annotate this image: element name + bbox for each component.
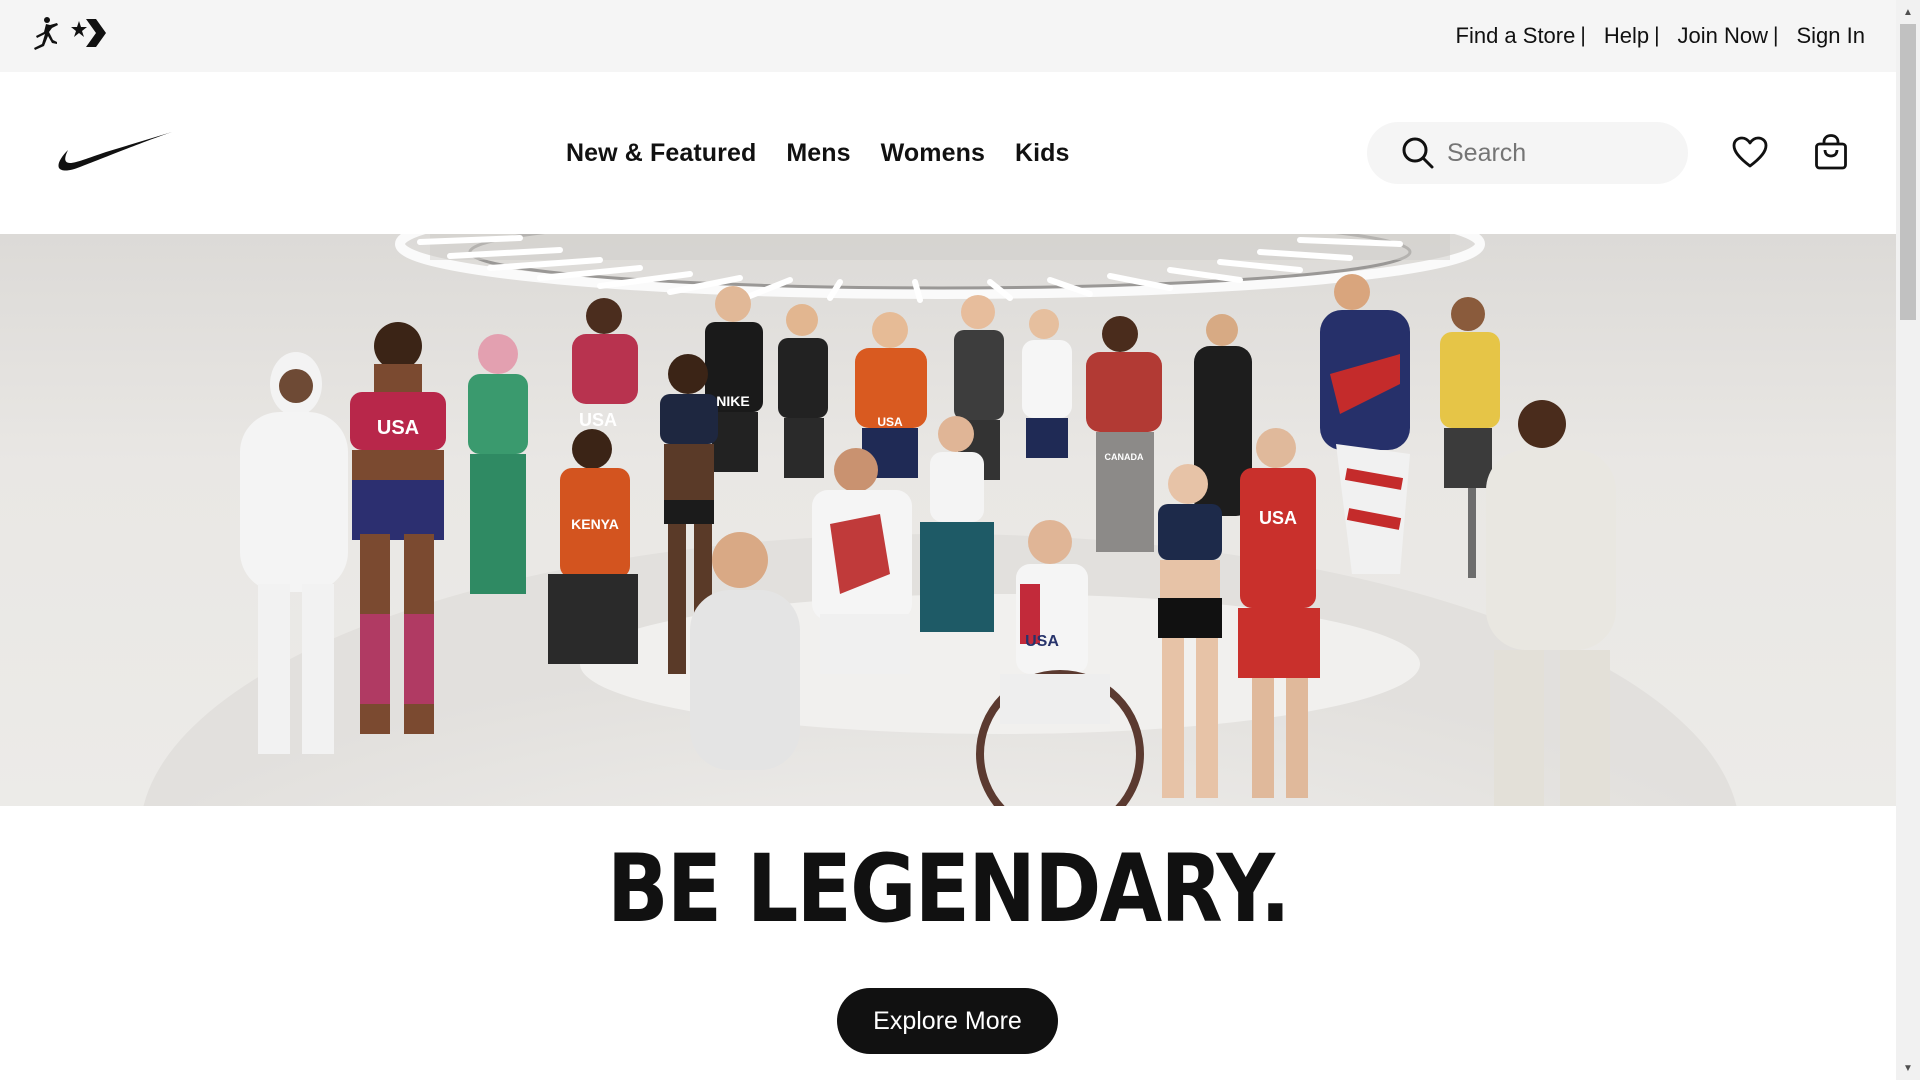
jersey-text: USA	[377, 417, 419, 439]
utility-bar: Find a Store | Help | Join Now | Sign In	[0, 0, 1896, 72]
jersey-text: USA	[579, 410, 617, 430]
converse-star-chevron-icon[interactable]	[70, 18, 106, 48]
athletes-group-photo: USA USA KENYA NIKE USA CANADA USA USA	[143, 234, 1737, 806]
join-now-link[interactable]: Join Now	[1678, 23, 1768, 49]
help-link[interactable]: Help	[1604, 23, 1649, 49]
nike-swoosh-icon[interactable]	[58, 130, 172, 179]
search-box[interactable]	[1367, 122, 1689, 184]
utility-separator: |	[1773, 24, 1779, 47]
utility-links: Find a Store | Help | Join Now | Sign In	[1456, 0, 1865, 72]
search-input[interactable]	[1445, 137, 1689, 169]
nav-womens[interactable]: Womens	[881, 139, 985, 168]
nav-menu: New & Featured Mens Womens Kids	[566, 72, 1070, 234]
utility-separator: |	[1580, 24, 1586, 47]
main-nav: New & Featured Mens Womens Kids	[0, 72, 1896, 234]
brand-icons	[30, 16, 106, 50]
jordan-jumpman-icon[interactable]	[30, 16, 60, 50]
jersey-text: USA	[1259, 508, 1297, 528]
nav-new-featured[interactable]: New & Featured	[566, 139, 756, 168]
vertical-scrollbar[interactable]: ▲ ▼	[1896, 0, 1920, 1080]
jersey-text: CANADA	[1105, 452, 1144, 462]
find-a-store-link[interactable]: Find a Store	[1456, 23, 1576, 49]
scrollbar-thumb[interactable]	[1900, 24, 1916, 320]
scroll-up-arrow-icon[interactable]: ▲	[1896, 0, 1920, 24]
hero-headline: BE LEGENDARY.	[607, 835, 1291, 944]
utility-separator: |	[1654, 24, 1660, 47]
explore-more-button[interactable]: Explore More	[837, 988, 1058, 1054]
jersey-text: USA	[877, 415, 903, 429]
shopping-bag-icon[interactable]	[1807, 128, 1855, 176]
sign-in-link[interactable]: Sign In	[1797, 23, 1866, 49]
jersey-text: NIKE	[716, 393, 749, 409]
hero-image[interactable]: USA USA KENYA NIKE USA CANADA USA USA	[0, 234, 1896, 806]
page: Find a Store | Help | Join Now | Sign In…	[0, 0, 1896, 1080]
scroll-down-arrow-icon[interactable]: ▼	[1896, 1056, 1920, 1080]
jersey-text: USA	[1025, 633, 1059, 650]
search-icon[interactable]	[1401, 136, 1435, 170]
heart-icon[interactable]	[1726, 128, 1774, 176]
jersey-text: KENYA	[571, 516, 619, 532]
nav-mens[interactable]: Mens	[786, 139, 850, 168]
nav-kids[interactable]: Kids	[1015, 139, 1070, 168]
